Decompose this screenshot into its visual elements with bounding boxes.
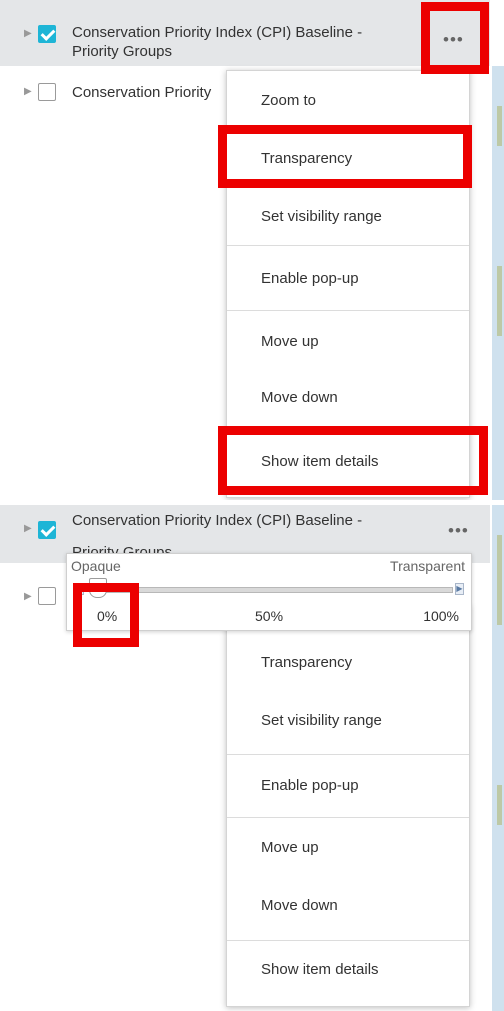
menu-item-enable-popup[interactable]: Enable pop-up — [227, 246, 469, 310]
expand-caret-icon[interactable]: ▶ — [24, 28, 32, 39]
transparency-slider-track[interactable] — [91, 587, 453, 593]
menu-item-move-up[interactable]: Move up — [227, 311, 469, 369]
layer-list-panel-bottom: ▶ Conservation Priority Index (CPI) Base… — [0, 505, 504, 1011]
slider-tick-50: 50% — [255, 608, 284, 624]
expand-caret-icon[interactable]: ▶ — [24, 523, 32, 534]
menu-item-move-down[interactable]: Move down — [227, 369, 469, 427]
layer-visibility-checkbox[interactable] — [38, 587, 56, 605]
layer-list-panel-top: ▶ Conservation Priority Index (CPI) Base… — [0, 0, 504, 500]
slider-label-transparent: Transparent — [390, 558, 465, 574]
slider-tick-100: 100% — [423, 608, 459, 624]
menu-item-enable-popup[interactable]: Enable pop-up — [227, 755, 469, 815]
layer-visibility-checkbox[interactable] — [38, 83, 56, 101]
menu-item-move-down[interactable]: Move down — [227, 878, 469, 938]
layer-title: Conservation Priority Index (CPI) Baseli… — [72, 24, 363, 60]
menu-item-zoom-to[interactable]: Zoom to — [227, 71, 469, 129]
highlight-options-button — [421, 2, 489, 74]
menu-item-move-up[interactable]: Move up — [227, 818, 469, 878]
highlight-transparency-item — [218, 125, 472, 188]
layer-row-cpi-priority-groups[interactable]: ▶ Conservation Priority Index (CPI) Base… — [0, 0, 490, 66]
layer-options-menu: Transparency Set visibility range Enable… — [226, 605, 470, 1007]
highlight-show-item-details — [218, 426, 488, 495]
layer-title: Conservation Priority Index (CPI) Baseli… — [72, 512, 363, 529]
expand-caret-icon[interactable]: ▶ — [24, 591, 32, 602]
layer-visibility-checkbox[interactable] — [38, 25, 56, 43]
map-edge — [492, 66, 504, 500]
menu-item-show-item-details[interactable]: Show item details — [227, 941, 469, 1003]
expand-caret-icon[interactable]: ▶ — [24, 86, 32, 97]
map-edge — [492, 505, 504, 1011]
menu-item-transparency[interactable]: Transparency — [227, 634, 469, 692]
menu-item-set-visibility-range[interactable]: Set visibility range — [227, 187, 469, 245]
highlight-slider-thumb — [73, 583, 139, 647]
slider-label-opaque: Opaque — [71, 558, 121, 574]
slider-max-button[interactable]: ▶ — [455, 583, 464, 595]
menu-item-set-visibility-range[interactable]: Set visibility range — [227, 692, 469, 750]
more-horizontal-icon[interactable]: ••• — [448, 521, 469, 541]
layer-title: Conservation Priority — [72, 84, 212, 101]
layer-visibility-checkbox[interactable] — [38, 521, 56, 539]
